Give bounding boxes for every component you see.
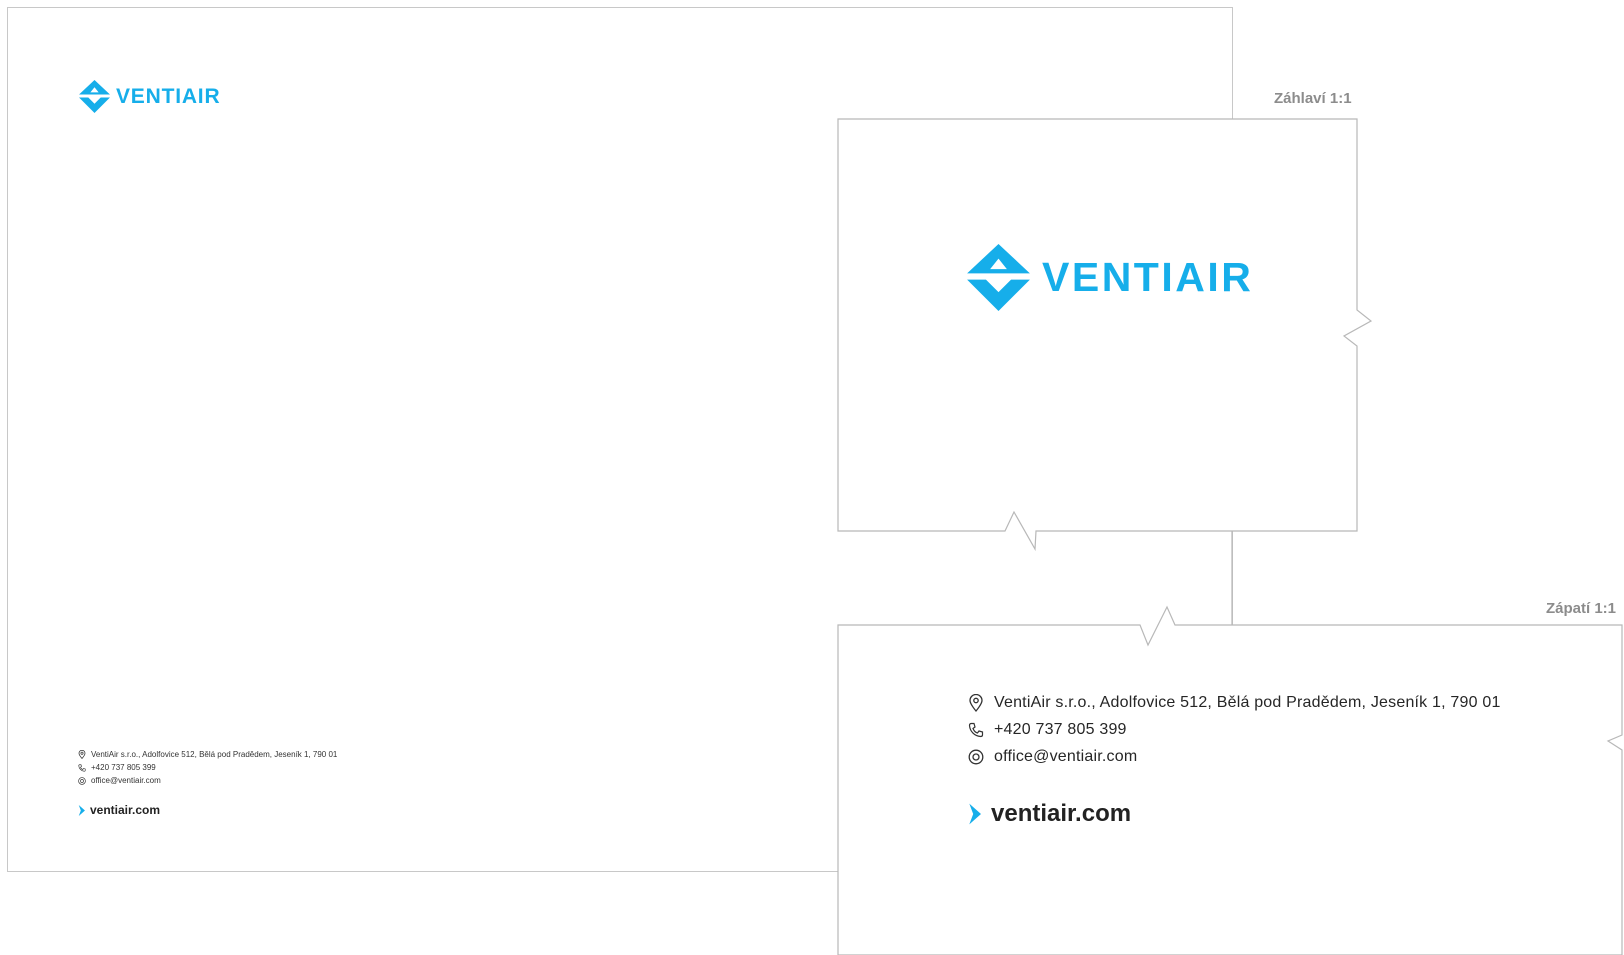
- header-detail-logo: VENTIAIR: [967, 244, 1253, 311]
- website-text-large: ventiair.com: [991, 800, 1132, 827]
- brand-wordmark: VENTIAIR: [116, 84, 221, 108]
- ventiair-diamond-icon: [967, 244, 1030, 311]
- footer-detail-contacts: VentiAir s.r.o., Adolfovice 512, Bělá po…: [968, 689, 1501, 770]
- map-pin-icon: [78, 750, 86, 759]
- letterhead-logo: VENTIAIR: [78, 80, 220, 113]
- phone-icon: [78, 763, 86, 772]
- chevron-right-icon: [969, 803, 981, 825]
- email-row-large: office@ventiair.com: [968, 743, 1501, 770]
- map-pin-icon: [969, 693, 983, 712]
- ventiair-diamond-icon: [79, 80, 110, 113]
- address-text: VentiAir s.r.o., Adolfovice 512, Bělá po…: [91, 750, 338, 759]
- phone-icon: [968, 722, 984, 737]
- email-text: office@ventiair.com: [91, 776, 161, 785]
- phone-row: +420 737 805 399: [78, 761, 337, 774]
- at-sign-icon: [78, 776, 86, 785]
- phone-text-large: +420 737 805 399: [994, 721, 1127, 738]
- header-scale-label: Záhlaví 1:1: [1274, 90, 1352, 107]
- email-row: office@ventiair.com: [78, 774, 337, 787]
- email-text-large: office@ventiair.com: [994, 748, 1138, 765]
- website-line: ventiair.com: [78, 803, 160, 817]
- chevron-right-icon: [78, 804, 85, 816]
- letterhead-footer-contacts: VentiAir s.r.o., Adolfovice 512, Bělá po…: [78, 748, 337, 787]
- at-sign-icon: [968, 749, 984, 764]
- address-row: VentiAir s.r.o., Adolfovice 512, Bělá po…: [78, 748, 337, 761]
- address-row-large: VentiAir s.r.o., Adolfovice 512, Bělá po…: [968, 689, 1501, 716]
- phone-row-large: +420 737 805 399: [968, 716, 1501, 743]
- brand-wordmark-large: VENTIAIR: [1042, 254, 1254, 300]
- phone-text: +420 737 805 399: [91, 763, 156, 772]
- website-line-large: ventiair.com: [968, 800, 1131, 828]
- website-text: ventiair.com: [90, 803, 161, 817]
- footer-scale-label: Zápatí 1:1: [1546, 600, 1617, 617]
- address-text-large: VentiAir s.r.o., Adolfovice 512, Bělá po…: [994, 694, 1501, 711]
